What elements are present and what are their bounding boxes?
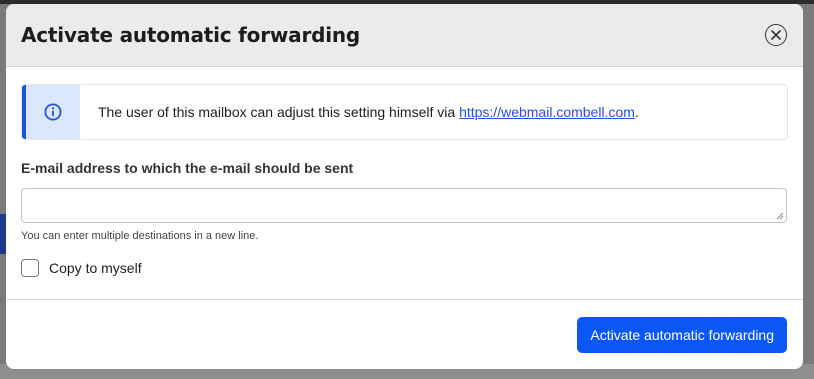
dialog-header: Activate automatic forwarding <box>6 4 803 67</box>
close-button[interactable] <box>765 24 787 46</box>
copy-to-myself-row: Copy to myself <box>21 259 788 277</box>
info-suffix: . <box>634 104 639 120</box>
email-destination-textarea[interactable] <box>21 188 787 223</box>
dialog-body: The user of this mailbox can adjust this… <box>6 67 803 277</box>
close-icon <box>771 30 781 40</box>
activate-forwarding-button[interactable]: Activate automatic forwarding <box>577 317 787 353</box>
email-field-label: E-mail address to which the e-mail shoul… <box>21 160 354 176</box>
copy-to-myself-label[interactable]: Copy to myself <box>49 260 142 276</box>
info-alert: The user of this mailbox can adjust this… <box>21 84 788 140</box>
copy-to-myself-checkbox[interactable] <box>21 259 39 277</box>
dialog-title: Activate automatic forwarding <box>21 23 361 47</box>
email-hint: You can enter multiple destinations in a… <box>21 230 259 242</box>
info-text: The user of this mailbox can adjust this… <box>98 104 460 120</box>
info-icon <box>44 103 62 121</box>
info-message: The user of this mailbox can adjust this… <box>98 104 639 120</box>
dialog-footer: Activate automatic forwarding <box>6 299 803 369</box>
info-icon-container <box>22 85 80 139</box>
webmail-link[interactable]: https://webmail.combell.com <box>459 104 635 120</box>
resize-grip-icon[interactable] <box>776 212 784 220</box>
forwarding-dialog: Activate automatic forwarding The user o… <box>6 4 803 369</box>
